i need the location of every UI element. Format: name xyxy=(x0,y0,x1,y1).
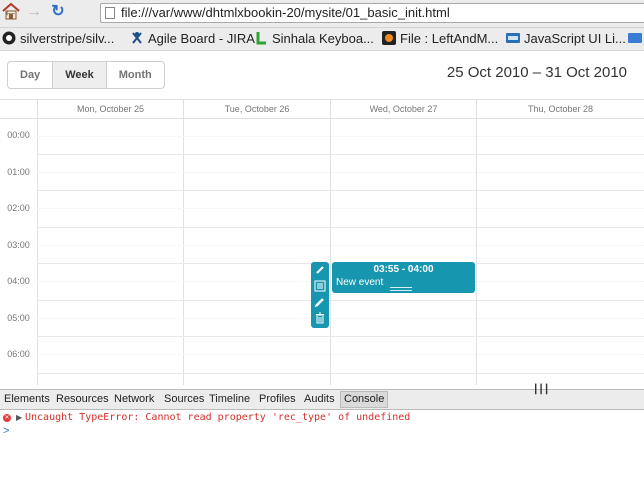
bookmark-item[interactable] xyxy=(628,30,644,48)
console-error-message[interactable]: Uncaught TypeError: Cannot read property… xyxy=(25,412,410,423)
devtools-tab-sources[interactable]: Sources xyxy=(164,392,204,407)
hour-line xyxy=(37,154,644,155)
hour-label: 01:00 xyxy=(7,167,30,177)
select-icon[interactable] xyxy=(313,263,327,277)
bookmark-label: File : LeftAndM... xyxy=(400,31,499,46)
day-header-wed: Wed, October 27 xyxy=(330,100,476,118)
hour-label: 04:00 xyxy=(7,276,30,286)
jira-icon xyxy=(132,32,142,44)
devtools-tab-network[interactable]: Network xyxy=(114,392,154,407)
time-grid[interactable]: 00:00 01:00 02:00 03:00 04:00 05:00 06:0… xyxy=(0,118,644,385)
half-hour-line xyxy=(37,318,644,319)
expand-arrow-icon[interactable]: ▶ xyxy=(16,413,22,422)
event-time: 03:55 - 04:00 xyxy=(373,264,434,275)
edit-icon[interactable] xyxy=(313,295,327,309)
tab-day[interactable]: Day xyxy=(8,62,54,88)
date-range-title: 25 Oct 2010 – 31 Oct 2010 xyxy=(446,64,627,81)
back-button[interactable]: ← xyxy=(0,2,20,22)
day-header-thu: Thu, October 28 xyxy=(476,100,644,118)
forward-button[interactable]: → xyxy=(24,2,44,22)
bookmark-item[interactable]: JavaScript UI Li... xyxy=(506,30,626,48)
devtools-tab-elements[interactable]: Elements xyxy=(4,392,50,407)
devtools-tab-profiles[interactable]: Profiles xyxy=(259,392,296,407)
details-icon[interactable] xyxy=(313,279,327,293)
half-hour-line xyxy=(37,136,644,137)
browser-toolbar: ← → ↻ file:///var/www/dhtmlxbookin-20/my… xyxy=(0,0,644,28)
bookmark-item[interactable]: File : LeftAndM... xyxy=(382,30,498,48)
bookmark-item[interactable]: Agile Board - JIRA xyxy=(130,30,255,48)
bookmark-label: silverstripe/silv... xyxy=(20,31,115,46)
hour-line xyxy=(37,373,644,374)
column-divider xyxy=(476,118,477,385)
devtools-tab-audits[interactable]: Audits xyxy=(304,392,335,407)
github-icon xyxy=(2,31,16,45)
hour-label: 02:00 xyxy=(7,203,30,213)
column-divider xyxy=(330,118,331,385)
event-resize-handle[interactable] xyxy=(390,287,412,291)
delete-icon[interactable] xyxy=(313,311,327,325)
hour-line xyxy=(37,227,644,228)
address-bar[interactable]: file:///var/www/dhtmlxbookin-20/mysite/0… xyxy=(100,3,644,23)
half-hour-line xyxy=(37,354,644,355)
page-icon xyxy=(105,7,115,19)
circle-logo-icon xyxy=(382,31,396,45)
tab-month[interactable]: Month xyxy=(107,62,164,88)
devtools-tab-resources[interactable]: Resources xyxy=(56,392,109,407)
dhtmlx-icon xyxy=(506,33,520,43)
hour-label: 00:00 xyxy=(7,130,30,140)
day-header-mon: Mon, October 25 xyxy=(37,100,183,118)
console-panel[interactable]: ✕ ▶ Uncaught TypeError: Cannot read prop… xyxy=(0,410,644,500)
url-text: file:///var/www/dhtmlxbookin-20/mysite/0… xyxy=(121,5,450,20)
bookmark-label: Sinhala Keyboa... xyxy=(272,31,374,46)
hour-label: 03:00 xyxy=(7,240,30,250)
day-header-row: Mon, October 25 Tue, October 26 Wed, Oct… xyxy=(0,99,644,119)
devtools-tab-console[interactable]: Console xyxy=(340,391,389,408)
overflow-icon xyxy=(628,33,642,43)
devtools-tab-timeline[interactable]: Timeline xyxy=(209,392,250,407)
half-hour-line xyxy=(37,172,644,173)
view-tabs: Day Week Month xyxy=(7,61,165,89)
column-divider xyxy=(183,118,184,385)
resize-handle-icon[interactable]: ┃┃┃ xyxy=(533,384,549,395)
half-hour-line xyxy=(37,245,644,246)
bookmark-item[interactable]: silverstripe/silv... xyxy=(2,30,114,48)
tab-week[interactable]: Week xyxy=(53,62,107,88)
console-prompt[interactable]: > xyxy=(3,425,9,437)
bookmark-label: Agile Board - JIRA xyxy=(148,31,255,46)
hour-line xyxy=(37,336,644,337)
bookmarks-bar: silverstripe/silv... Agile Board - JIRA … xyxy=(0,28,644,51)
half-hour-line xyxy=(37,208,644,209)
event-text: New event xyxy=(336,277,384,288)
day-header-tue: Tue, October 26 xyxy=(183,100,330,118)
error-icon: ✕ xyxy=(3,414,11,422)
devtools-tab-bar: ┃┃┃ Elements Resources Network Sources T… xyxy=(0,384,644,410)
bookmark-item[interactable]: Sinhala Keyboa... xyxy=(254,30,374,48)
hour-line xyxy=(37,300,644,301)
hour-label: 05:00 xyxy=(7,313,30,323)
reload-button[interactable]: ↻ xyxy=(48,2,68,22)
hour-line xyxy=(37,190,644,191)
l-letter-icon xyxy=(256,32,266,45)
column-divider xyxy=(37,118,38,385)
hour-label: 06:00 xyxy=(7,349,30,359)
bookmark-label: JavaScript UI Li... xyxy=(524,31,626,46)
event-action-menu xyxy=(311,262,329,328)
calendar-event[interactable]: 03:55 - 04:00 New event xyxy=(332,262,475,293)
